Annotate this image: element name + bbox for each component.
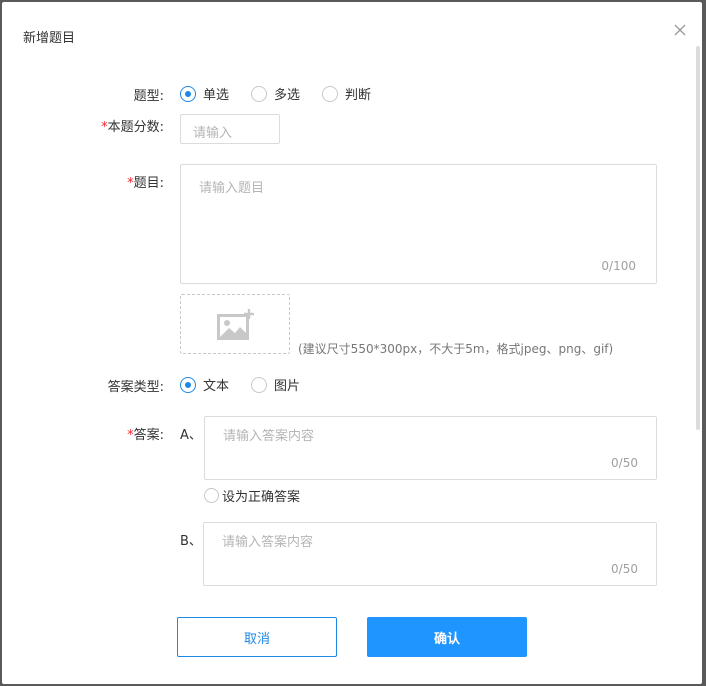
- question-type-label: 题型:: [133, 89, 164, 104]
- radio-dot: [251, 85, 268, 102]
- dialog-title: 新增题目: [23, 31, 76, 46]
- add-question-dialog: 新增题目 题型: 单选 多选 判断 *本题分数: 请输入 *题目: 请输入题目 …: [2, 2, 702, 684]
- question-label: *题目:: [127, 176, 164, 191]
- confirm-button[interactable]: 确认: [367, 617, 527, 657]
- answer-type-radio-group: 文本 图片: [180, 375, 322, 394]
- image-upload-box[interactable]: [180, 294, 290, 354]
- radio-dot: [180, 376, 196, 393]
- close-icon[interactable]: [670, 20, 690, 40]
- answer-b-input[interactable]: 请输入答案内容 0/50: [203, 522, 657, 586]
- set-correct-answer-a[interactable]: 设为正确答案: [204, 486, 300, 505]
- answer-a-letter: A、: [180, 428, 202, 443]
- radio-dot: [204, 488, 219, 503]
- score-label: *本题分数:: [101, 120, 164, 135]
- answer-label: *答案:: [127, 428, 164, 443]
- answer-a-input[interactable]: 请输入答案内容 0/50: [204, 416, 657, 480]
- radio-dot: [251, 376, 268, 393]
- footer-fade: [2, 588, 696, 602]
- radio-single-choice[interactable]: 单选: [180, 84, 229, 103]
- radio-text[interactable]: 文本: [180, 375, 229, 394]
- answer-b-letter: B、: [180, 534, 202, 549]
- add-image-icon: [217, 309, 254, 340]
- upload-hint: (建议尺寸550*300px，不大于5m，格式jpeg、png、gif): [298, 342, 614, 356]
- radio-true-false[interactable]: 判断: [322, 84, 371, 103]
- scrollbar[interactable]: [696, 46, 700, 430]
- radio-dot: [180, 85, 196, 102]
- answer-type-label: 答案类型:: [107, 380, 164, 395]
- question-type-radio-group: 单选 多选 判断: [180, 84, 393, 103]
- radio-multiple-choice[interactable]: 多选: [251, 84, 300, 103]
- question-textarea[interactable]: 请输入题目 0/100: [180, 164, 657, 284]
- cancel-button[interactable]: 取消: [177, 617, 337, 657]
- radio-image[interactable]: 图片: [251, 375, 300, 394]
- score-input[interactable]: 请输入: [180, 114, 280, 144]
- radio-dot: [322, 85, 339, 102]
